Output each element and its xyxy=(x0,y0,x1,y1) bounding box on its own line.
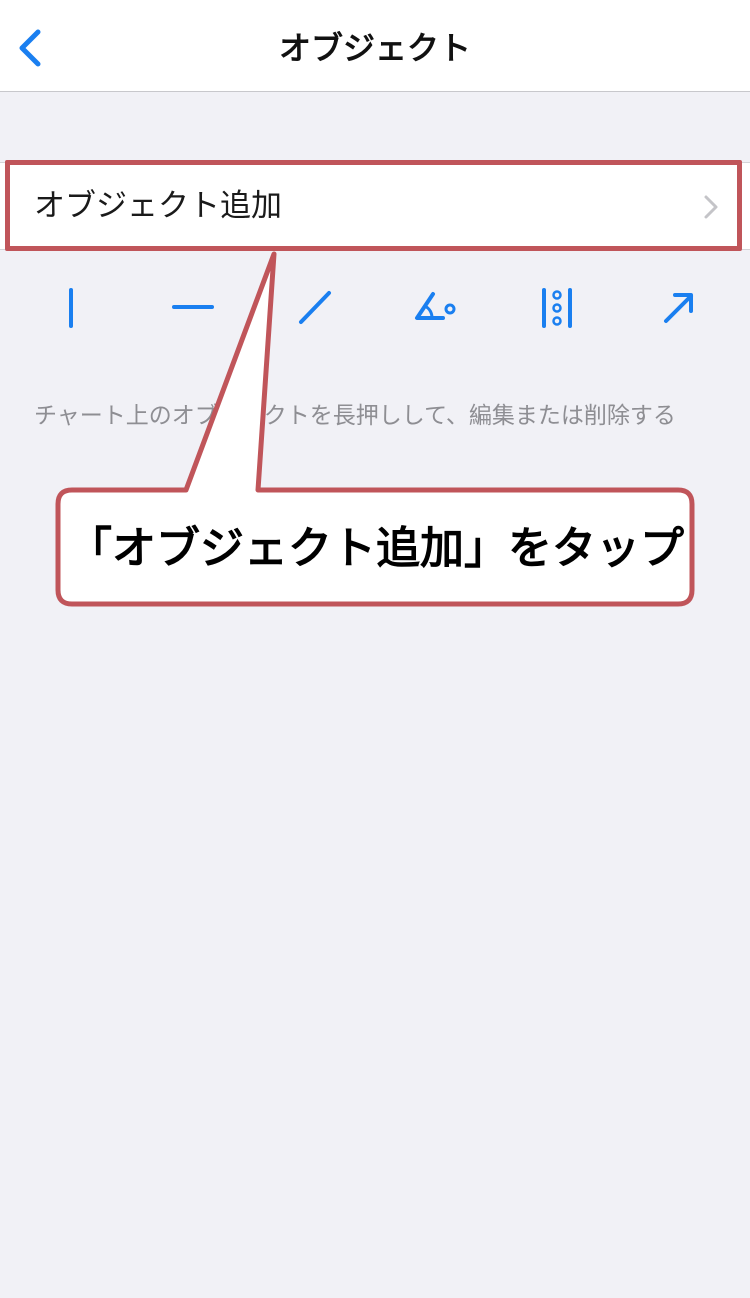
horizontal-line-icon xyxy=(172,305,214,309)
arrow-tool[interactable] xyxy=(648,280,708,340)
angle-tool[interactable] xyxy=(405,280,465,340)
page-title: オブジェクト xyxy=(278,29,471,67)
trend-line-tool[interactable] xyxy=(285,280,345,340)
vertical-dots-icon xyxy=(542,288,572,328)
arrow-icon xyxy=(664,293,693,323)
vertical-line-icon xyxy=(69,288,73,328)
angle-icon xyxy=(415,292,456,320)
vertical-dots-tool[interactable] xyxy=(527,280,587,340)
horizontal-line-tool[interactable] xyxy=(163,280,223,340)
highlight-box xyxy=(5,160,742,251)
object-tools-row xyxy=(0,280,750,340)
trend-line-icon xyxy=(299,291,331,324)
callout-text: 「オブジェクト追加」をタップ xyxy=(68,523,684,574)
navigation-bar: オブジェクト xyxy=(0,0,750,92)
hint-text: チャート上のオブジェクトを長押しして、編集または削除する xyxy=(34,403,676,429)
vertical-line-tool[interactable] xyxy=(41,280,101,340)
